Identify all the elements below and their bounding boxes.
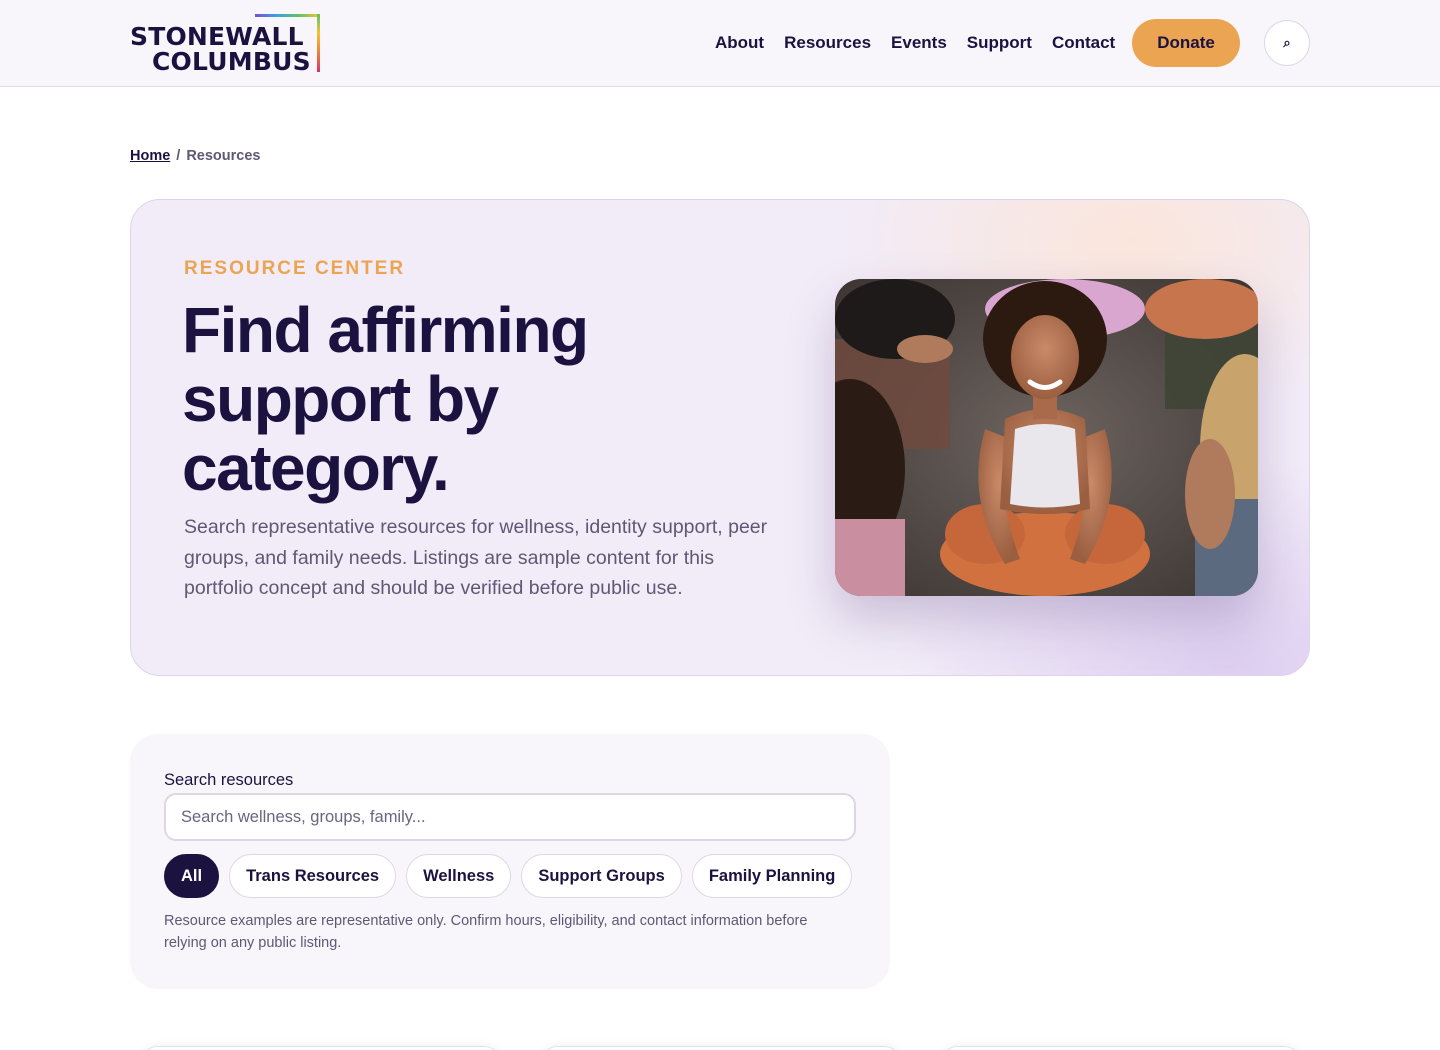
hero-section: RESOURCE CENTER Find affirming support b… [130,199,1310,676]
main-nav: About Resources Events Support Contact [715,33,1135,53]
filter-trans-resources[interactable]: Trans Resources [229,854,397,898]
nav-contact[interactable]: Contact [1052,33,1115,53]
logo-rainbow-bar-top [255,14,319,17]
filter-family-planning[interactable]: Family Planning [691,854,853,898]
logo-wordmark: STONEWALL COLUMBUS [130,24,311,74]
breadcrumb: Home / Resources [130,148,260,164]
category-filters: All Trans Resources Wellness Support Gro… [164,854,853,898]
breadcrumb-current: Resources [186,148,261,164]
stonewall-columbus-logo[interactable]: STONEWALL COLUMBUS [130,14,322,74]
logo-rainbow-bar-side [317,14,320,72]
nav-events[interactable]: Events [891,33,947,53]
resource-card[interactable] [940,1046,1302,1050]
resource-card[interactable] [140,1046,502,1050]
hero-description: Search representative resources for well… [184,516,768,599]
nav-support[interactable]: Support [967,33,1032,53]
donate-button[interactable]: Donate [1132,19,1240,67]
search-input[interactable] [164,793,856,841]
page-title: Find affirming support by category. [182,294,589,504]
hero-eyebrow: RESOURCE CENTER [184,258,406,279]
search-icon: ⌕ [1283,35,1291,51]
breadcrumb-separator: / [176,148,181,164]
nav-about[interactable]: About [715,33,764,53]
filter-support-groups[interactable]: Support Groups [521,854,682,898]
hero-photo [835,279,1258,596]
search-label: Search resources [164,771,294,789]
nav-resources[interactable]: Resources [784,33,871,53]
disclaimer-note: Resource examples are representative onl… [164,913,808,951]
resource-search-panel: Search resources All Trans Resources Wel… [130,734,890,989]
logo-line-2: COLUMBUS [152,47,311,76]
resource-card[interactable] [540,1046,902,1050]
filter-all[interactable]: All [164,854,220,898]
filter-wellness[interactable]: Wellness [406,854,512,898]
yoga-group-photo [835,279,1258,596]
header-search-button[interactable]: ⌕ [1264,20,1310,66]
breadcrumb-home[interactable]: Home [130,148,170,164]
site-header: STONEWALL COLUMBUS About Resources Event… [0,0,1440,87]
